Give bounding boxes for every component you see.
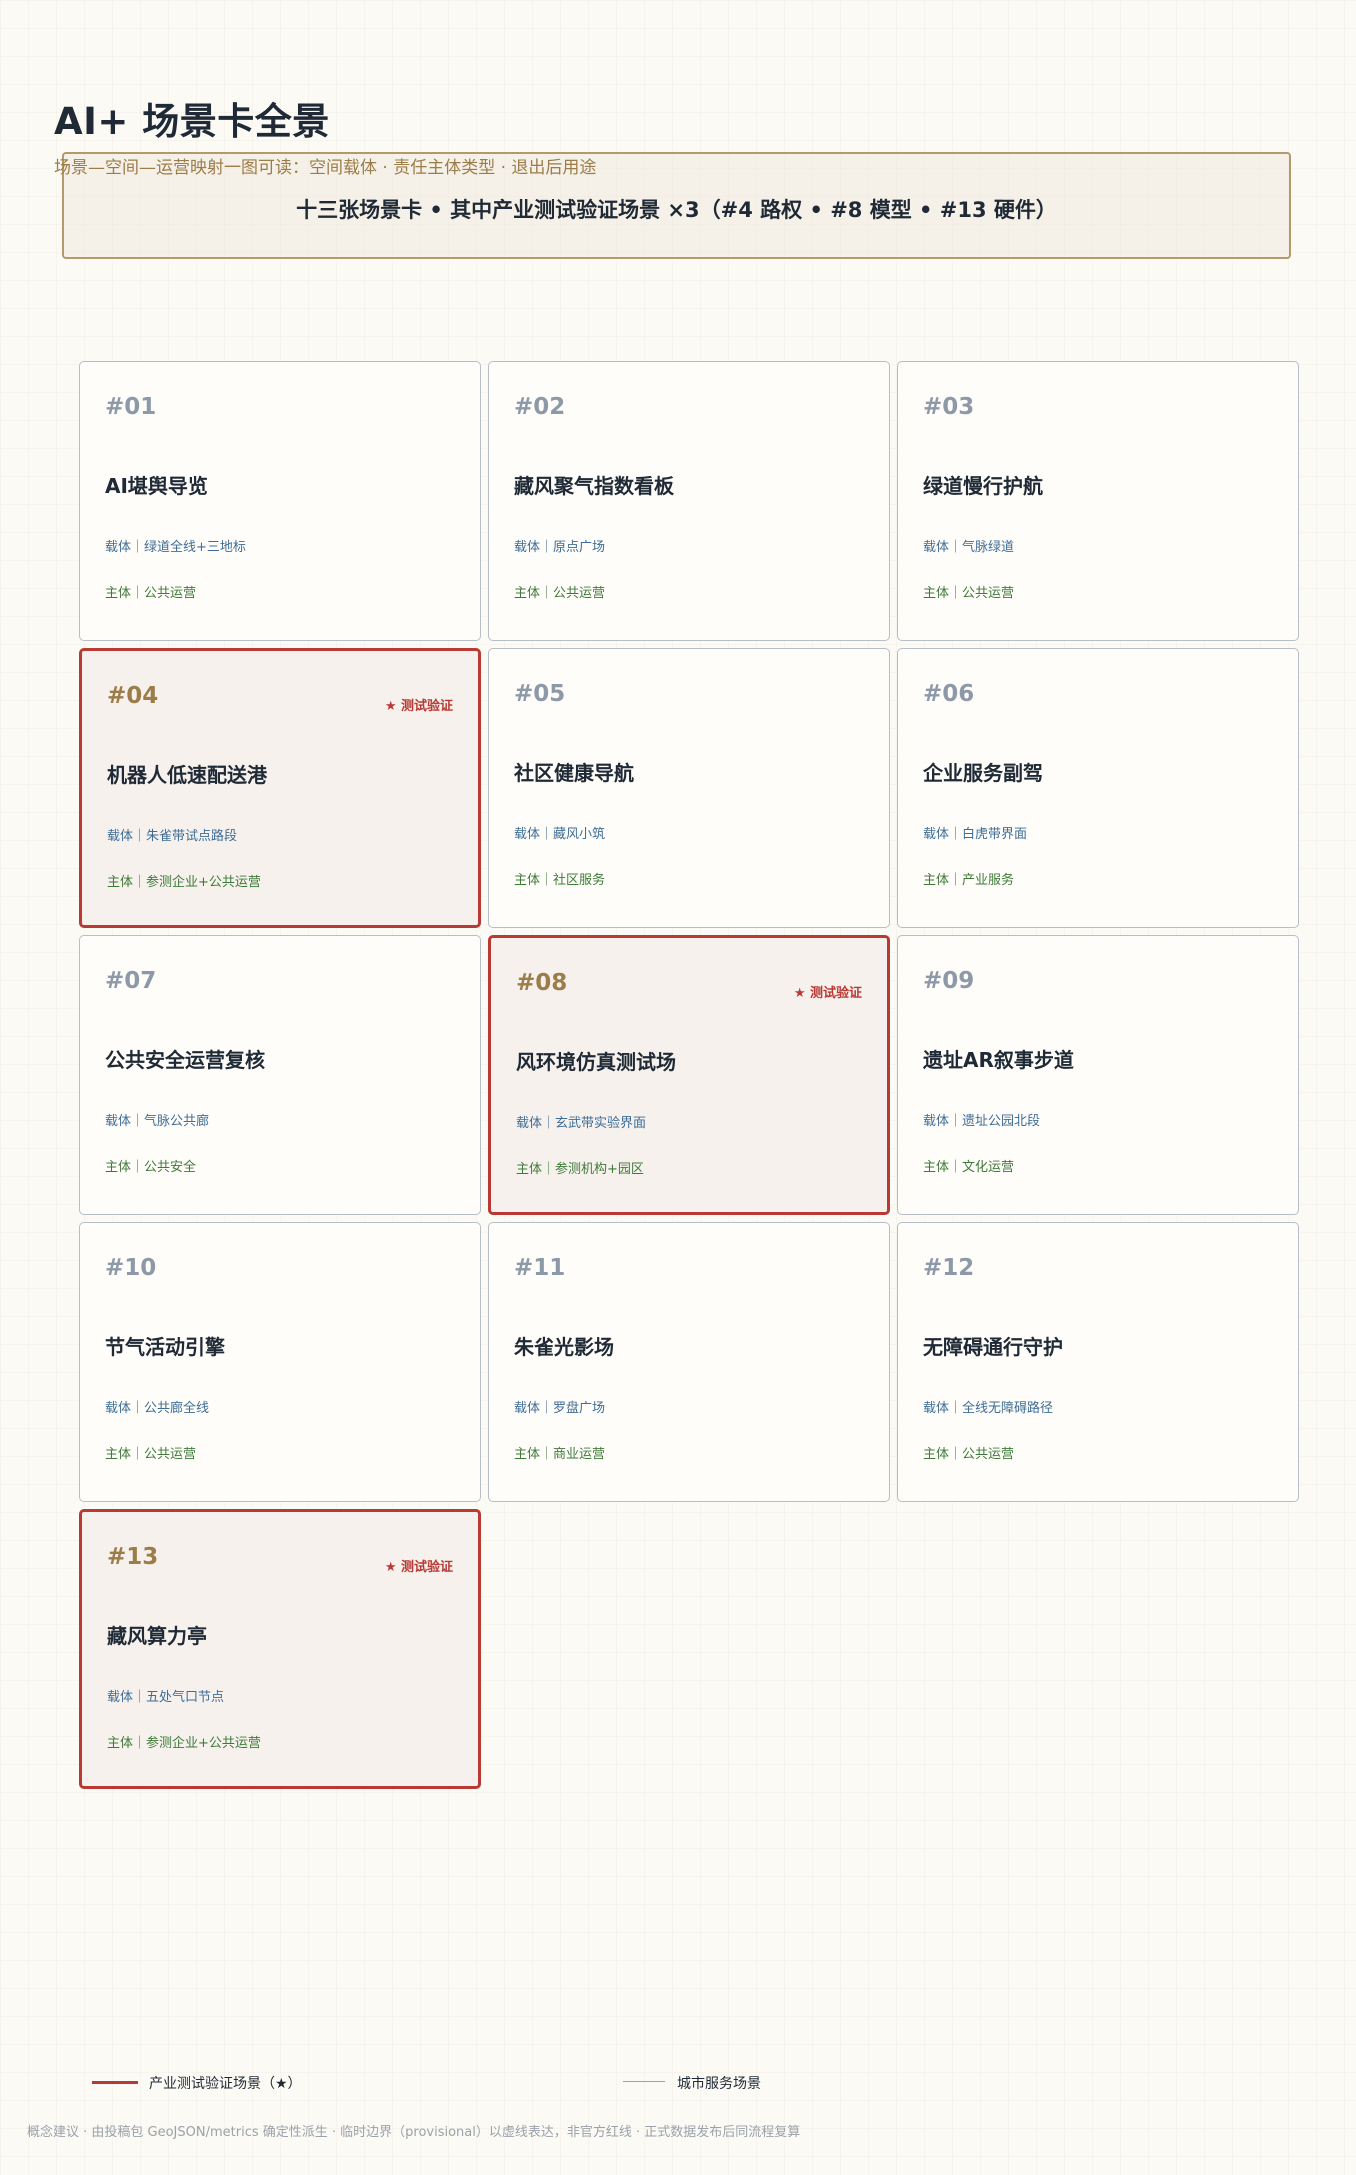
scenario-card[interactable]: #07 公共安全运营复核载体｜气脉公共廊 主体｜公共安全 — [79, 935, 481, 1215]
card-title: 企业服务副驾 — [923, 761, 1043, 785]
legend: 产业测试验证场景（★） 城市服务场景 — [0, 2070, 1356, 2094]
card-title: 遗址AR叙事步道 — [923, 1048, 1074, 1072]
scenario-card[interactable]: #05 社区健康导航载体｜藏风小筑 主体｜社区服务 — [488, 648, 890, 928]
card-carrier: 载体｜藏风小筑 — [514, 827, 606, 842]
scenario-card[interactable]: #08 风环境仿真测试场载体｜玄武带实验界面 主体｜参测机构+园区 ★ 测试验证 — [488, 935, 890, 1215]
card-carrier: 载体｜绿道全线+三地标 — [105, 540, 246, 555]
card-title: 无障碍通行守护 — [923, 1335, 1063, 1359]
card-owner: 主体｜产业服务 — [923, 873, 1015, 888]
card-owner: 主体｜公共运营 — [105, 586, 197, 601]
scenario-card[interactable]: #10 节气活动引擎载体｜公共廊全线 主体｜公共运营 — [79, 1222, 481, 1502]
page-subtitle: 场景—空间—运营映射一图可读：空间载体 · 责任主体类型 · 退出后用途 — [54, 158, 597, 178]
card-title: 机器人低速配送港 — [107, 763, 267, 787]
card-owner: 主体｜参测机构+园区 — [516, 1162, 644, 1177]
card-number: #05 — [514, 681, 566, 707]
legend-swatch-service — [623, 2081, 665, 2082]
card-owner: 主体｜公共运营 — [105, 1447, 197, 1462]
scenario-card[interactable]: #13 藏风算力亭载体｜五处气口节点主体｜参测企业+公共运营 ★ 测试验证 — [79, 1509, 481, 1789]
card-title: 藏风聚气指数看板 — [514, 474, 674, 498]
card-number: #07 — [105, 968, 157, 994]
scenario-card[interactable]: #04 机器人低速配送港载体｜朱雀带试点路段主体｜参测企业+公共运营 ★ 测试验证 — [79, 648, 481, 928]
card-carrier: 载体｜全线无障碍路径 — [923, 1401, 1054, 1416]
footnote: 概念建议 · 由投稿包 GeoJSON/metrics 确定性派生 · 临时边界… — [27, 2125, 801, 2140]
scenario-card[interactable]: #09 遗址AR叙事步道载体｜遗址公园北段 主体｜文化运营 — [897, 935, 1299, 1215]
card-number: #13 — [107, 1544, 159, 1570]
card-number: #03 — [923, 394, 975, 420]
card-number: #01 — [105, 394, 157, 420]
card-owner: 主体｜公共运营 — [923, 586, 1015, 601]
card-carrier: 载体｜朱雀带试点路段 — [107, 829, 238, 844]
test-verification-badge: ★ 测试验证 — [384, 699, 453, 714]
legend-swatch-test — [92, 2081, 138, 2084]
summary-text: 十三张场景卡 • 其中产业测试验证场景 ×3（#4 路权 • #8 模型 • #… — [296, 198, 1057, 222]
card-owner: 主体｜公共运营 — [923, 1447, 1015, 1462]
card-title: 风环境仿真测试场 — [516, 1050, 676, 1074]
card-title: 公共安全运营复核 — [105, 1048, 265, 1072]
card-carrier: 载体｜气脉公共廊 — [105, 1114, 210, 1129]
card-carrier: 载体｜气脉绿道 — [923, 540, 1015, 555]
card-title: AI堪舆导览 — [105, 474, 208, 498]
card-number: #11 — [514, 1255, 566, 1281]
card-carrier: 载体｜白虎带界面 — [923, 827, 1028, 842]
card-number: #08 — [516, 970, 568, 996]
card-owner: 主体｜公共运营 — [514, 586, 606, 601]
card-owner: 主体｜文化运营 — [923, 1160, 1015, 1175]
card-number: #06 — [923, 681, 975, 707]
card-carrier: 载体｜五处气口节点 — [107, 1690, 225, 1705]
card-number: #04 — [107, 683, 159, 709]
test-verification-badge: ★ 测试验证 — [384, 1560, 453, 1575]
card-carrier: 载体｜原点广场 — [514, 540, 606, 555]
test-verification-badge: ★ 测试验证 — [793, 986, 862, 1001]
card-title: 藏风算力亭 — [107, 1624, 207, 1648]
card-owner: 主体｜社区服务 — [514, 873, 606, 888]
card-carrier: 载体｜公共廊全线 — [105, 1401, 210, 1416]
legend-label-service: 城市服务场景 — [677, 2076, 761, 2092]
page-title: AI+ 场景卡全景 — [54, 99, 330, 143]
card-owner: 主体｜公共安全 — [105, 1160, 197, 1175]
card-number: #09 — [923, 968, 975, 994]
card-owner: 主体｜参测企业+公共运营 — [107, 1736, 261, 1751]
scenario-card[interactable]: #02 藏风聚气指数看板载体｜原点广场 主体｜公共运营 — [488, 361, 890, 641]
card-title: 社区健康导航 — [514, 761, 634, 785]
card-carrier: 载体｜遗址公园北段 — [923, 1114, 1041, 1129]
scenario-card[interactable]: #12 无障碍通行守护载体｜全线无障碍路径 主体｜公共运营 — [897, 1222, 1299, 1502]
scenario-card[interactable]: #01 AI堪舆导览载体｜绿道全线+三地标 主体｜公共运营 — [79, 361, 481, 641]
card-carrier: 载体｜玄武带实验界面 — [516, 1116, 647, 1131]
scenario-card[interactable]: #11 朱雀光影场载体｜罗盘广场 主体｜商业运营 — [488, 1222, 890, 1502]
card-title: 节气活动引擎 — [105, 1335, 225, 1359]
card-owner: 主体｜商业运营 — [514, 1447, 606, 1462]
card-number: #10 — [105, 1255, 157, 1281]
card-number: #02 — [514, 394, 566, 420]
card-carrier: 载体｜罗盘广场 — [514, 1401, 606, 1416]
card-title: 绿道慢行护航 — [923, 474, 1043, 498]
scenario-card[interactable]: #03 绿道慢行护航载体｜气脉绿道 主体｜公共运营 — [897, 361, 1299, 641]
card-title: 朱雀光影场 — [514, 1335, 614, 1359]
card-number: #12 — [923, 1255, 975, 1281]
card-owner: 主体｜参测企业+公共运营 — [107, 875, 261, 890]
scenario-card[interactable]: #06 企业服务副驾载体｜白虎带界面 主体｜产业服务 — [897, 648, 1299, 928]
legend-label-test: 产业测试验证场景（★） — [149, 2076, 302, 2092]
